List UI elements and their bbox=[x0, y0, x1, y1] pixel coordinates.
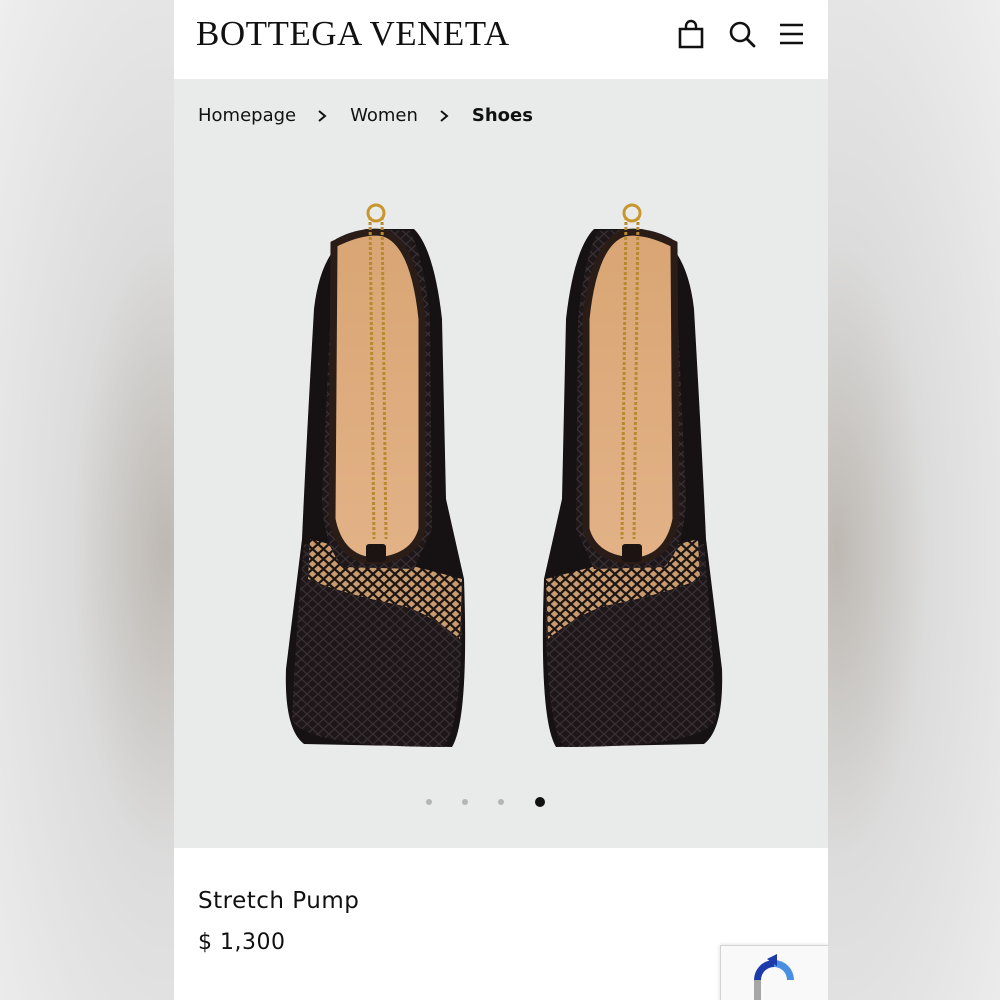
left-shoe bbox=[285, 203, 466, 747]
product-name: Stretch Pump bbox=[198, 888, 360, 914]
gallery-dot[interactable] bbox=[426, 799, 432, 805]
chevron-right-icon bbox=[316, 107, 332, 125]
right-shoe bbox=[542, 203, 723, 747]
chevron-right-icon bbox=[438, 107, 454, 125]
breadcrumb: Homepage Women Shoes bbox=[198, 105, 533, 126]
site-header: BOTTEGA VENETA bbox=[174, 0, 828, 78]
recaptcha-icon bbox=[754, 954, 794, 1000]
search-icon[interactable] bbox=[727, 18, 757, 50]
breadcrumb-shoes: Shoes bbox=[471, 105, 533, 126]
gallery-dot[interactable] bbox=[462, 799, 468, 805]
breadcrumb-homepage[interactable]: Homepage bbox=[198, 105, 296, 126]
product-price: $ 1,300 bbox=[198, 930, 286, 955]
shopping-bag-icon[interactable] bbox=[676, 18, 706, 50]
left-blurred-background bbox=[0, 0, 174, 1000]
gallery-pagination bbox=[174, 795, 828, 811]
product-info: Stretch Pump $ 1,300 bbox=[174, 848, 828, 1000]
right-blurred-background bbox=[828, 0, 1000, 1000]
recaptcha-badge[interactable] bbox=[720, 945, 828, 1000]
product-gallery[interactable]: Homepage Women Shoes bbox=[174, 79, 828, 848]
mobile-page: BOTTEGA VENETA Homepage Women Shoes Stre… bbox=[174, 0, 828, 1000]
gallery-dot-active[interactable] bbox=[535, 797, 545, 807]
brand-logo[interactable]: BOTTEGA VENETA bbox=[196, 14, 510, 54]
menu-icon[interactable] bbox=[776, 18, 806, 50]
product-image-shoes[interactable] bbox=[274, 199, 734, 759]
gallery-dot[interactable] bbox=[498, 799, 504, 805]
breadcrumb-women[interactable]: Women bbox=[350, 105, 418, 126]
